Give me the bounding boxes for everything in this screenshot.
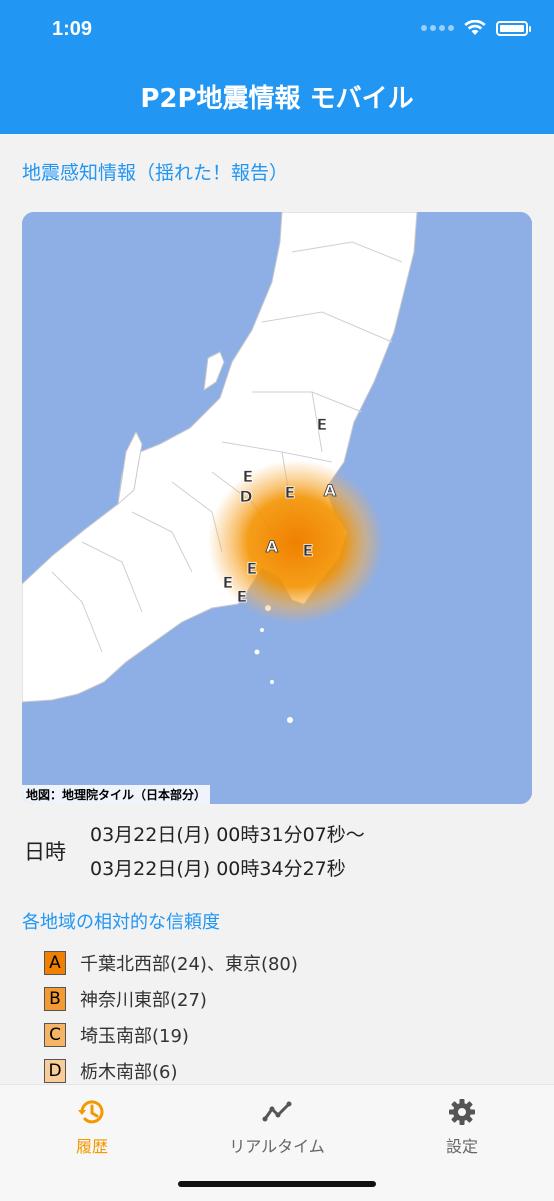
tab-settings[interactable]: 設定 bbox=[382, 1097, 542, 1157]
cellular-signal-icon bbox=[421, 25, 454, 31]
datetime-start: 03月22日(月) 00時31分07秒〜 bbox=[90, 824, 365, 846]
map-marker-e: E bbox=[247, 559, 258, 578]
wifi-icon bbox=[464, 20, 486, 35]
status-indicators bbox=[421, 20, 531, 36]
reliability-row-c: C 埼玉南部(19) bbox=[44, 1022, 189, 1048]
map-marker-e: E bbox=[317, 415, 328, 434]
datetime-end: 03月22日(月) 00時34分27秒 bbox=[90, 858, 346, 880]
map-credit: 地図：地理院タイル（日本部分） bbox=[22, 785, 211, 804]
map-marker-e: E bbox=[237, 587, 248, 606]
map-marker-d: D bbox=[239, 487, 252, 506]
tab-realtime[interactable]: リアルタイム bbox=[197, 1097, 357, 1157]
intensity-map[interactable]: EEDEAAEEEE 地図：地理院タイル（日本部分） bbox=[22, 212, 532, 804]
reliability-title: 各地域の相対的な信頼度 bbox=[22, 912, 220, 933]
reliability-row-b: B 神奈川東部(27) bbox=[44, 986, 207, 1012]
home-indicator bbox=[178, 1181, 376, 1187]
app-title: P2P地震情報 モバイル bbox=[140, 84, 414, 114]
map-marker-e: E bbox=[223, 573, 234, 592]
map-marker-a: A bbox=[266, 537, 279, 556]
tab-label: リアルタイム bbox=[229, 1137, 325, 1156]
report-detail[interactable]: 地震感知情報（揺れた！報告） E E D E A A E E E E 地図：地理… bbox=[0, 134, 554, 1084]
shaking-area bbox=[208, 460, 384, 624]
reliability-text: 神奈川東部(27) bbox=[80, 990, 207, 1011]
status-time: 1:09 bbox=[52, 18, 93, 40]
report-title: 地震感知情報（揺れた！報告） bbox=[22, 162, 289, 184]
grade-badge: D bbox=[44, 1059, 66, 1083]
map-marker-a: A bbox=[324, 481, 337, 500]
tab-history[interactable]: 履歴 bbox=[12, 1097, 172, 1157]
grade-badge: B bbox=[44, 987, 66, 1011]
map-marker-e: E bbox=[303, 541, 314, 560]
tab-label: 履歴 bbox=[75, 1137, 108, 1156]
battery-icon bbox=[496, 20, 531, 36]
grade-badge: C bbox=[44, 1023, 66, 1047]
grade-badge: A bbox=[44, 951, 66, 975]
datetime-label: 日時 bbox=[24, 840, 66, 864]
reliability-text: 千葉北西部(24)、東京(80) bbox=[80, 954, 298, 975]
gear-icon bbox=[449, 1099, 475, 1125]
chart-line-icon bbox=[262, 1101, 292, 1122]
map-marker-e: E bbox=[243, 467, 254, 486]
history-icon bbox=[78, 1100, 104, 1124]
app-header: 1:09 P2P地震情報 モバイル bbox=[0, 0, 554, 134]
reliability-text: 埼玉南部(19) bbox=[80, 1026, 189, 1047]
map-canvas: EED E AA EEEE bbox=[22, 212, 532, 804]
tab-label: 設定 bbox=[445, 1137, 478, 1156]
reliability-row-a: A 千葉北西部(24)、東京(80) bbox=[44, 950, 298, 976]
reliability-text: 栃木南部(6) bbox=[80, 1062, 178, 1083]
reliability-row-d: D 栃木南部(6) bbox=[44, 1058, 178, 1084]
map-marker-e: E bbox=[285, 483, 296, 502]
